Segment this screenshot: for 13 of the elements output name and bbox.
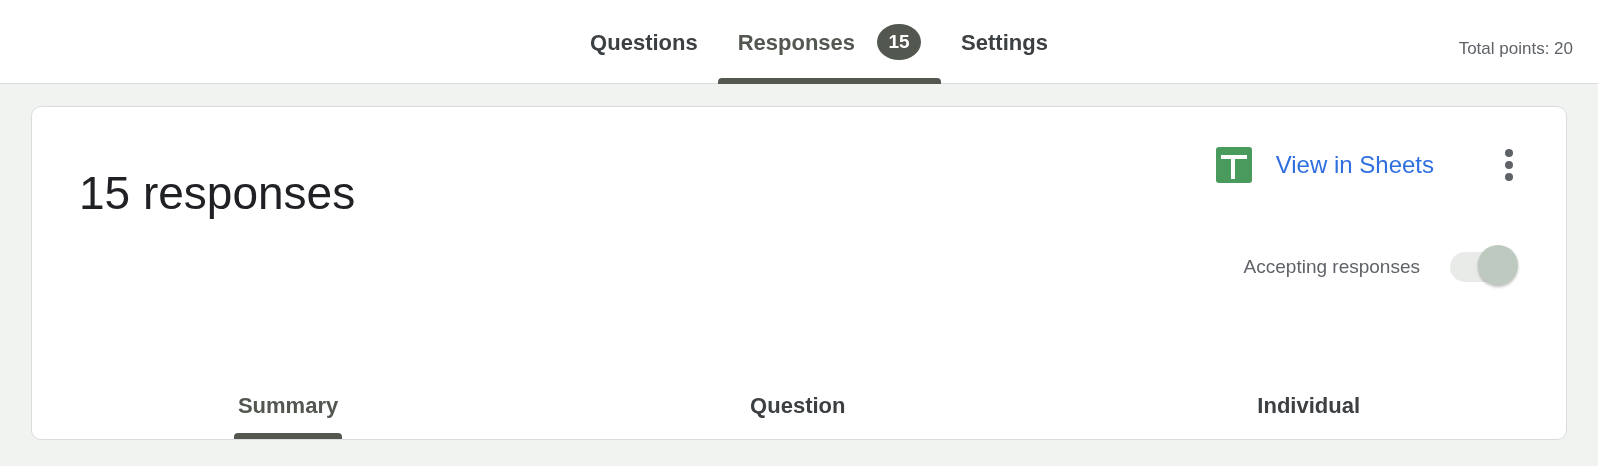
more-options-icon[interactable]: [1504, 148, 1514, 182]
sheets-icon: [1215, 147, 1252, 183]
view-tab[interactable]: Summary: [233, 371, 343, 439]
total-points: Total points: 20: [1458, 38, 1573, 60]
nav-tab[interactable]: Settings: [941, 0, 1068, 84]
nav-tab[interactable]: Responses 15: [717, 0, 942, 84]
view-in-sheets-link[interactable]: View in Sheets: [1275, 147, 1434, 183]
view-tab[interactable]: Individual: [1253, 371, 1365, 439]
view-tab[interactable]: Question: [746, 371, 850, 439]
responses-title: 15 responses: [79, 166, 356, 221]
count-badge: 15: [877, 24, 922, 60]
accepting-responses-label: Accepting responses: [1243, 254, 1420, 279]
nav-tab[interactable]: Questions: [570, 0, 718, 84]
